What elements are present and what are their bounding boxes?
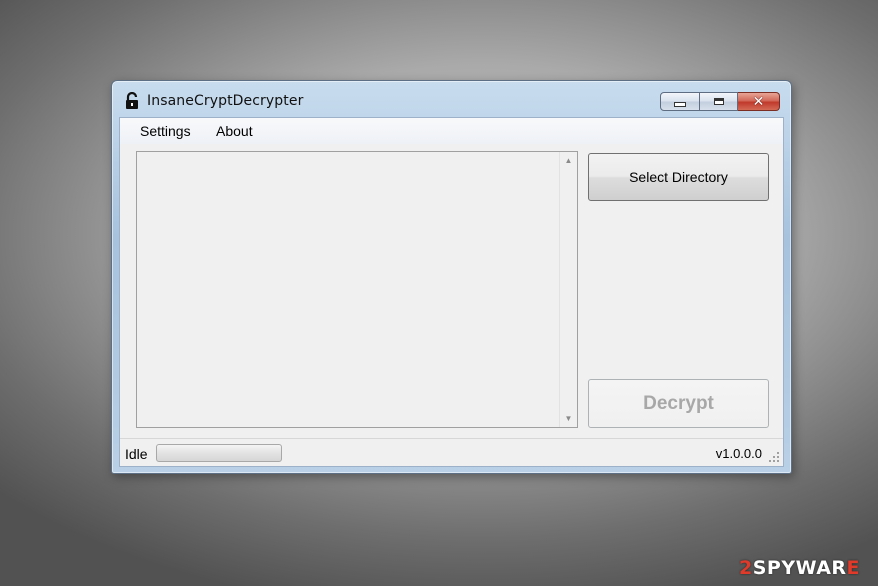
status-bar: Idle v1.0.0.0 [120,438,783,466]
maximize-button[interactable] [700,92,738,111]
window-title: InsaneCryptDecrypter [147,93,304,109]
menu-settings[interactable]: Settings [138,123,193,139]
minimize-icon [674,102,686,107]
menu-bar: Settings About [120,118,783,144]
minimize-button[interactable] [660,92,700,111]
client-area: Settings About ▲ ▼ Select Directory Decr… [119,117,784,467]
watermark-logo: 2SPYWARE [739,557,861,579]
version-label: v1.0.0.0 [715,446,762,461]
scroll-up-arrow-icon[interactable]: ▲ [560,152,577,169]
caption-buttons: ✕ [660,92,780,111]
file-list[interactable]: ▲ ▼ [136,151,578,428]
resize-grip-icon[interactable] [768,451,780,463]
progress-bar [156,444,282,462]
title-bar[interactable]: InsaneCryptDecrypter ✕ [112,81,791,117]
unlock-icon [126,92,138,109]
menu-about[interactable]: About [214,123,255,139]
status-text: Idle [125,446,148,462]
select-directory-button[interactable]: Select Directory [588,153,769,201]
decrypt-button[interactable]: Decrypt [588,379,769,428]
scroll-down-arrow-icon[interactable]: ▼ [560,410,577,427]
app-window: InsaneCryptDecrypter ✕ Settings About ▲ … [111,80,792,474]
close-icon: ✕ [752,93,765,110]
file-list-scrollbar[interactable]: ▲ ▼ [559,152,577,427]
maximize-icon [713,98,724,105]
close-button[interactable]: ✕ [738,92,780,111]
